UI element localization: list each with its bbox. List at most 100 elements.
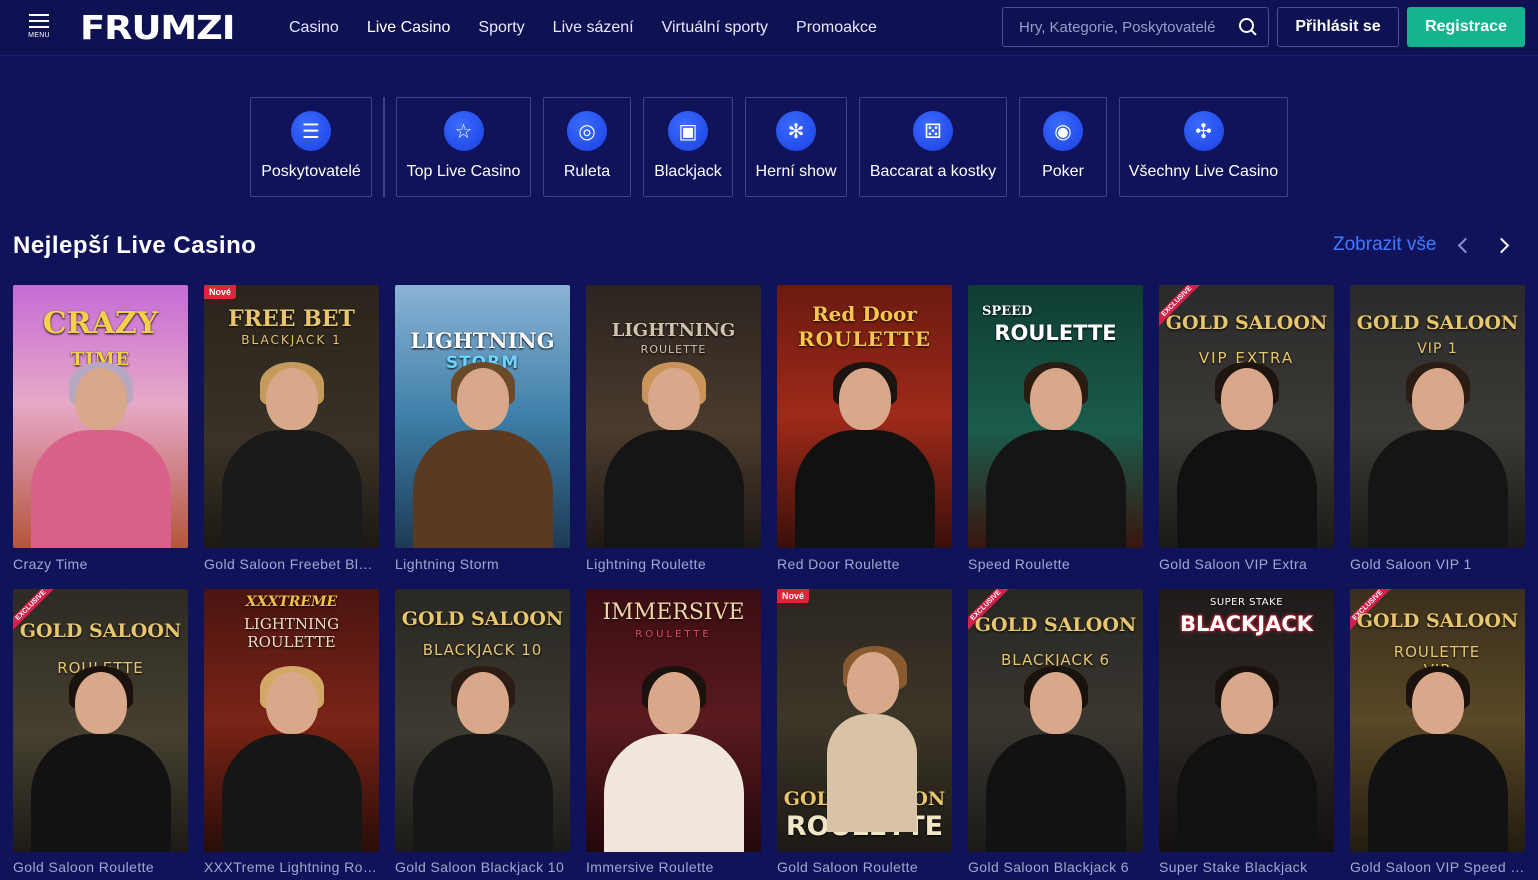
- category-roulette[interactable]: ◎ Ruleta: [543, 97, 631, 197]
- nav-virtual-sports[interactable]: Virtuální sporty: [662, 19, 768, 37]
- dealer-image: [412, 362, 553, 548]
- nav-sports[interactable]: Sporty: [478, 19, 524, 37]
- game-art-title: GOLD SALOON: [1165, 312, 1328, 334]
- game-title[interactable]: Gold Saloon VIP 1: [1350, 556, 1525, 572]
- category-blackjack[interactable]: ▣ Blackjack: [643, 97, 733, 197]
- game-tile[interactable]: LIGHTNING STORM: [395, 285, 570, 548]
- all-games-icon: ✣: [1183, 111, 1224, 151]
- category-label: Všechny Live Casino: [1128, 163, 1279, 180]
- nav-casino[interactable]: Casino: [289, 19, 339, 37]
- game-tile[interactable]: CRAZY TIME: [13, 285, 188, 548]
- game-title[interactable]: XXXTreme Lightning Roulette: [204, 859, 379, 875]
- game-tile[interactable]: SUPER STAKE BLACKJACK: [1159, 589, 1334, 852]
- game-title[interactable]: Gold Saloon Roulette: [13, 859, 188, 875]
- category-all-live-casino[interactable]: ✣ Všechny Live Casino: [1119, 97, 1288, 197]
- game-art-subtitle: ROULETTE: [994, 321, 1117, 345]
- hamburger-icon: [29, 14, 49, 16]
- game-art-title: FREE BET: [228, 306, 355, 332]
- game-tile[interactable]: EXCLUSIVE GOLD SALOON VIP EXTRA: [1159, 285, 1334, 548]
- star-icon: ☆: [443, 111, 484, 151]
- dice-icon: ⚄: [913, 111, 953, 151]
- category-providers[interactable]: ☰ Poskytovatelé: [250, 97, 372, 197]
- game-title[interactable]: Gold Saloon VIP Speed Roulette: [1350, 859, 1525, 875]
- game-title[interactable]: Gold Saloon Blackjack 10: [395, 859, 570, 875]
- nav-live-betting[interactable]: Live sázení: [553, 19, 634, 37]
- game-title[interactable]: Crazy Time: [13, 556, 188, 572]
- login-button[interactable]: Přihlásit se: [1277, 7, 1399, 47]
- game-tile[interactable]: SPEED ROULETTE: [968, 285, 1143, 548]
- category-game-show[interactable]: ✻ Herní show: [745, 97, 847, 197]
- game-art-title: GOLD SALOON: [401, 608, 564, 630]
- wheel-icon: ✻: [776, 111, 816, 151]
- game-art-title: GOLD SALOON: [1356, 312, 1519, 334]
- new-badge: Nové: [777, 589, 810, 603]
- search-box: [1002, 7, 1269, 47]
- game-title[interactable]: Gold Saloon Blackjack 6: [968, 859, 1143, 875]
- hamburger-icon-bar: [29, 26, 49, 28]
- game-title[interactable]: Gold Saloon Freebet Blackjack 1: [204, 556, 379, 572]
- category-baccarat-dice[interactable]: ⚄ Baccarat a kostky: [859, 97, 1007, 197]
- dealer-image: [1176, 666, 1317, 852]
- site-logo[interactable]: FRUMZI: [80, 8, 235, 48]
- nav-live-casino[interactable]: Live Casino: [367, 19, 451, 37]
- dealer-image: [1367, 362, 1508, 548]
- hamburger-icon-bar: [29, 20, 49, 22]
- category-top-live-casino[interactable]: ☆ Top Live Casino: [396, 97, 531, 197]
- game-tile[interactable]: EXCLUSIVE GOLD SALOON ROULETTE VIP: [1350, 589, 1525, 852]
- dealer-image: [985, 362, 1126, 548]
- game-title[interactable]: Gold Saloon Roulette: [777, 859, 952, 875]
- see-all-link[interactable]: Zobrazit vše: [1333, 234, 1436, 256]
- game-art-title: SPEED: [982, 304, 1033, 319]
- category-label: Blackjack: [654, 163, 722, 180]
- new-badge: Nové: [204, 285, 237, 299]
- game-art-title: Red Door: [812, 302, 917, 326]
- game-title[interactable]: Immersive Roulette: [586, 859, 761, 875]
- game-title[interactable]: Super Stake Blackjack: [1159, 859, 1334, 875]
- game-tile[interactable]: Nové FREE BET BLACKJACK 1: [204, 285, 379, 548]
- category-label: Poker: [1042, 163, 1084, 180]
- menu-label: MENU: [28, 32, 50, 39]
- game-tile[interactable]: EXCLUSIVE GOLD SALOON ROULETTE: [13, 589, 188, 852]
- game-title[interactable]: Speed Roulette: [968, 556, 1143, 572]
- dealer-image: [221, 666, 362, 852]
- game-tile[interactable]: IMMERSIVE ROULETTE: [586, 589, 761, 852]
- game-tile[interactable]: Red Door ROULETTE: [777, 285, 952, 548]
- search-icon[interactable]: [1238, 17, 1258, 37]
- category-poker[interactable]: ◉ Poker: [1019, 97, 1107, 197]
- game-tile[interactable]: EXCLUSIVE GOLD SALOON BLACKJACK 6: [968, 589, 1143, 852]
- game-tile[interactable]: GOLD SALOON BLACKJACK 10: [395, 589, 570, 852]
- category-label: Poskytovatelé: [261, 163, 361, 180]
- game-title[interactable]: Lightning Roulette: [586, 556, 761, 572]
- category-label: Herní show: [755, 163, 837, 180]
- game-art-subtitle: SUPER STAKE: [1209, 597, 1284, 608]
- dealer-image: [603, 666, 744, 852]
- dealer-image: [794, 362, 935, 548]
- game-title[interactable]: Gold Saloon VIP Extra: [1159, 556, 1334, 572]
- cards-icon: ▣: [668, 111, 708, 151]
- menu-button[interactable]: MENU: [24, 14, 54, 42]
- nav-promotions[interactable]: Promoakce: [796, 19, 877, 37]
- search-input[interactable]: [1019, 18, 1238, 36]
- dealer-image: [412, 666, 553, 852]
- game-art-title: GOLD SALOON: [974, 614, 1137, 636]
- top-navigation-bar: MENU FRUMZI Casino Live Casino Sporty Li…: [0, 0, 1538, 56]
- category-divider: [383, 97, 385, 197]
- section-title: Nejlepší Live Casino: [13, 232, 257, 259]
- chevron-left-icon[interactable]: [1454, 236, 1474, 256]
- list-icon: ☰: [291, 111, 331, 151]
- game-art-title: IMMERSIVE: [602, 600, 745, 625]
- game-tile[interactable]: Nové GOLD SALOON ROULETTE: [777, 589, 952, 852]
- register-button[interactable]: Registrace: [1407, 7, 1525, 47]
- chevron-right-icon[interactable]: [1494, 236, 1514, 256]
- game-tile[interactable]: XXXTREME LIGHTNING ROULETTE: [204, 589, 379, 852]
- game-art-title: XXXTREME: [245, 594, 338, 610]
- game-art-subtitle: VIP 1: [1417, 341, 1458, 357]
- game-tile[interactable]: GOLD SALOON VIP 1: [1350, 285, 1525, 548]
- game-tile[interactable]: LIGHTNING ROULETTE: [586, 285, 761, 548]
- dealer-image: [1367, 666, 1508, 852]
- game-art-subtitle: BLACKJACK 10: [422, 641, 543, 659]
- chip-icon: ◉: [1043, 111, 1083, 151]
- game-title[interactable]: Lightning Storm: [395, 556, 570, 572]
- roulette-icon: ◎: [567, 111, 607, 151]
- game-title[interactable]: Red Door Roulette: [777, 556, 952, 572]
